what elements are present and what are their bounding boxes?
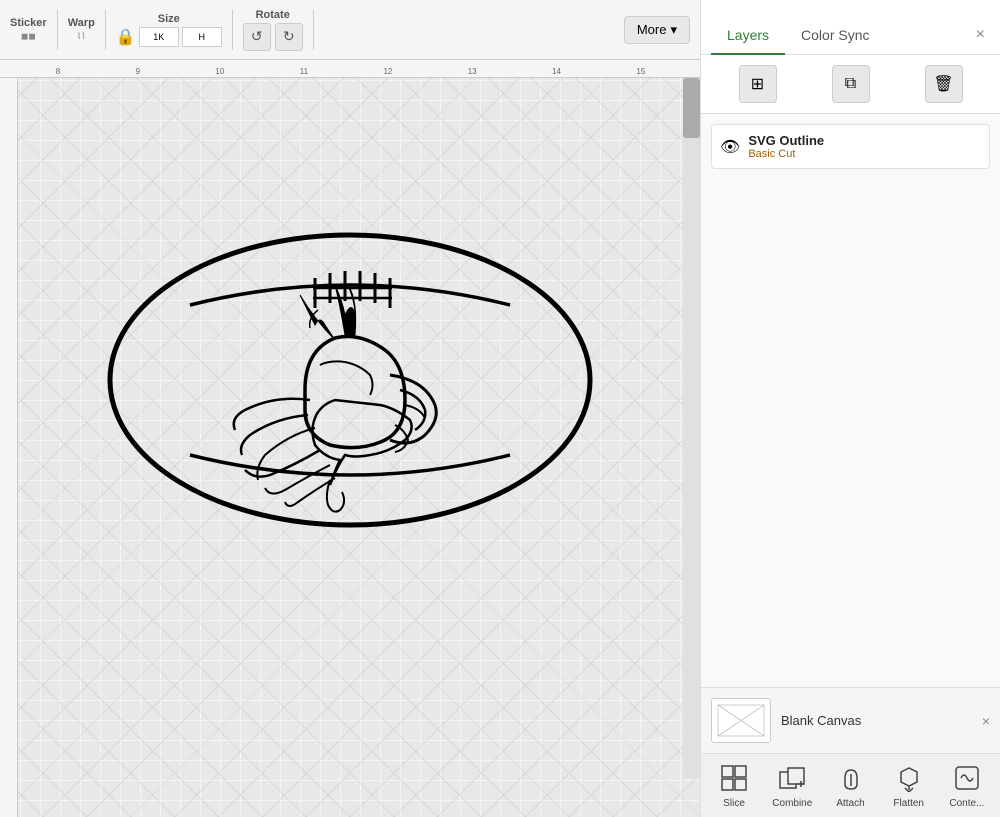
ruler-15: 15 xyxy=(636,67,645,76)
warp-label: Warp xyxy=(68,17,95,29)
panel-bottom-actions: Slice Combine Attach xyxy=(701,753,1000,817)
canvas-area[interactable]: 8 9 10 11 12 13 14 15 xyxy=(0,60,700,817)
divider-3 xyxy=(232,10,233,50)
ruler-top: 8 9 10 11 12 13 14 15 xyxy=(0,60,700,78)
ruler-13: 13 xyxy=(468,67,477,76)
toolbar: Sticker ◼◼ Warp ⌇⌇ Size 🔒 Rotate ↺ ↻ Mor… xyxy=(0,0,700,60)
ruler-9: 9 xyxy=(136,67,140,76)
combine-icon xyxy=(776,762,808,794)
delete-layer-button[interactable]: 🗑 xyxy=(925,65,963,103)
flatten-button[interactable]: Flatten xyxy=(880,762,938,809)
ruler-left xyxy=(0,78,18,817)
more-button[interactable]: More ▾ xyxy=(624,16,690,44)
right-panel: Layers Color Sync × ⊞ ⧉ 🗑 👁 SVG Outline … xyxy=(700,0,1000,817)
canvas-scrollbar-thumb[interactable] xyxy=(683,78,700,138)
divider-1 xyxy=(57,10,58,50)
flatten-label: Flatten xyxy=(893,798,924,809)
attach-button[interactable]: Attach xyxy=(821,762,879,809)
layer-name: SVG Outline xyxy=(748,133,824,148)
ruler-8: 8 xyxy=(56,67,60,76)
rotate-section: Rotate ↺ ↻ xyxy=(243,9,303,51)
ruler-14: 14 xyxy=(552,67,561,76)
rotate-label: Rotate xyxy=(256,9,290,21)
sticker-section: Sticker ◼◼ xyxy=(10,17,47,42)
lock-icon[interactable]: 🔒 xyxy=(116,27,136,47)
sticker-icon: ◼◼ xyxy=(21,31,36,42)
flatten-icon xyxy=(893,762,925,794)
ruler-12: 12 xyxy=(383,67,392,76)
ruler-11: 11 xyxy=(300,67,308,76)
more-label: More xyxy=(637,22,667,37)
add-layer-button[interactable]: ⊞ xyxy=(739,65,777,103)
sticker-label: Sticker xyxy=(10,17,47,29)
attach-icon xyxy=(835,762,867,794)
contour-button[interactable]: Conte... xyxy=(938,762,996,809)
divider-2 xyxy=(105,10,106,50)
tab-color-sync[interactable]: Color Sync xyxy=(785,17,885,55)
combine-button[interactable]: Combine xyxy=(763,762,821,809)
blank-canvas-section: Blank Canvas × xyxy=(701,687,1000,753)
more-chevron-icon: ▾ xyxy=(670,22,677,38)
slice-label: Slice xyxy=(723,798,745,809)
slice-button[interactable]: Slice xyxy=(705,762,763,809)
contour-label: Conte... xyxy=(949,798,984,809)
panel-tabs: Layers Color Sync × xyxy=(701,0,1000,55)
layers-list: 👁 SVG Outline Basic Cut xyxy=(701,114,1000,687)
combine-label: Combine xyxy=(772,798,812,809)
size-label: Size xyxy=(158,13,180,25)
panel-actions: ⊞ ⧉ 🗑 xyxy=(701,55,1000,114)
blank-canvas-close-button[interactable]: × xyxy=(982,713,990,729)
warp-section: Warp ⌇⌇ xyxy=(68,17,95,42)
size-inputs: 🔒 xyxy=(116,27,222,47)
rotate-left-button[interactable]: ↺ xyxy=(243,23,271,51)
attach-label: Attach xyxy=(836,798,864,809)
duplicate-layer-button[interactable]: ⧉ xyxy=(832,65,870,103)
blank-canvas-thumbnail xyxy=(711,698,771,743)
rotate-right-button[interactable]: ↻ xyxy=(275,23,303,51)
football-drawing[interactable] xyxy=(50,110,650,650)
size-section: Size 🔒 xyxy=(116,13,222,47)
ruler-10: 10 xyxy=(215,67,224,76)
tab-layers[interactable]: Layers xyxy=(711,17,785,55)
width-input[interactable] xyxy=(139,27,179,47)
layer-item[interactable]: 👁 SVG Outline Basic Cut xyxy=(711,124,990,169)
layer-visibility-icon[interactable]: 👁 xyxy=(720,137,740,157)
canvas-scrollbar[interactable] xyxy=(683,78,700,778)
layer-info: SVG Outline Basic Cut xyxy=(748,133,824,160)
panel-close-button[interactable]: × xyxy=(971,16,990,54)
warp-icon: ⌇⌇ xyxy=(77,31,86,42)
slice-icon xyxy=(718,762,750,794)
contour-icon xyxy=(951,762,983,794)
blank-canvas-label: Blank Canvas xyxy=(781,713,861,728)
divider-4 xyxy=(313,10,314,50)
layer-type: Basic Cut xyxy=(748,148,824,160)
height-input[interactable] xyxy=(182,27,222,47)
